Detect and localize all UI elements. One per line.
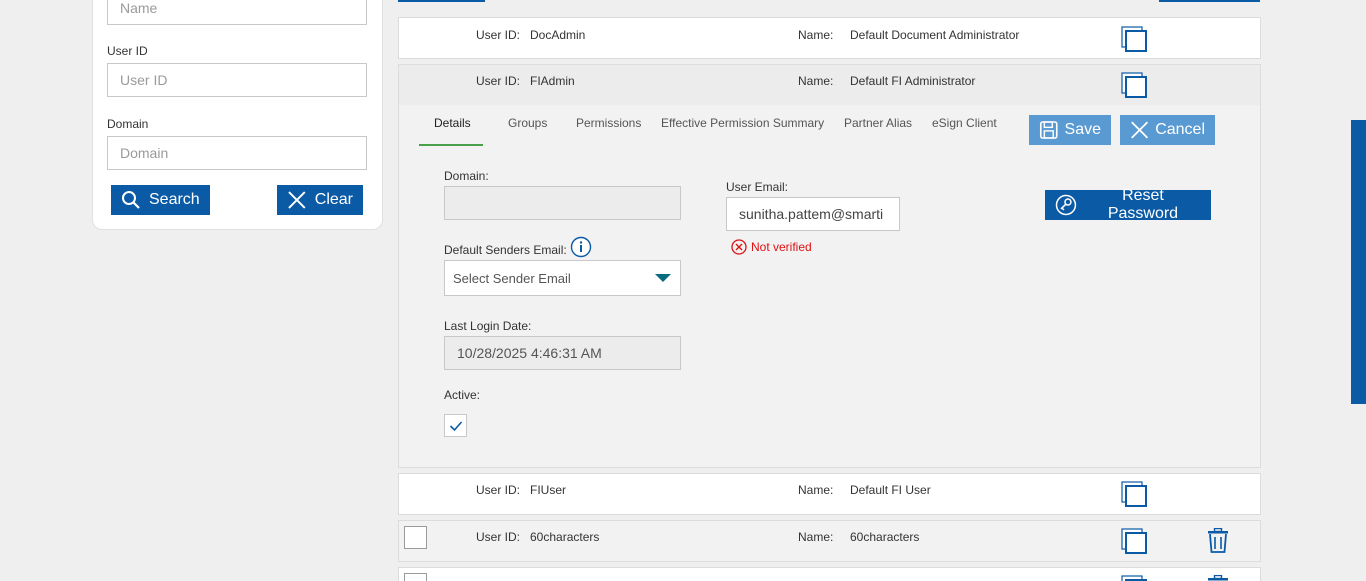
active-tab-indicator <box>419 144 483 146</box>
user-id-label: User ID: <box>476 530 521 544</box>
cancel-button-label: Cancel <box>1155 121 1205 138</box>
user-detail-panel: User ID: FIAdmin Name: Default FI Admini… <box>398 64 1261 468</box>
user-email-value: sunitha.pattem@smarti <box>739 206 884 222</box>
not-verified-status: Not verified <box>731 239 812 255</box>
copy-icon[interactable] <box>1121 528 1147 554</box>
search-button[interactable]: Search <box>111 185 210 215</box>
domain-label: Domain <box>107 117 149 131</box>
trash-icon[interactable] <box>1207 528 1229 554</box>
key-icon <box>1055 194 1077 216</box>
checkmark-icon <box>449 420 462 431</box>
user-id-input[interactable] <box>107 63 367 97</box>
user-row[interactable] <box>398 567 1261 581</box>
user-id-value: FIUser <box>530 483 566 497</box>
floppy-disk-icon <box>1039 121 1058 139</box>
domain-field <box>444 186 681 220</box>
user-id-label: User ID: <box>476 28 521 42</box>
tab-permissions[interactable]: Permissions <box>576 116 641 130</box>
tab-esign-client[interactable]: eSign Client <box>932 116 997 130</box>
name-value: Default FI User <box>850 483 931 497</box>
user-id-value: 60characters <box>530 530 600 544</box>
name-value: Default Document Administrator <box>850 28 1020 42</box>
save-button-label: Save <box>1064 121 1101 138</box>
user-row[interactable]: User ID: FIUser Name: Default FI User <box>398 473 1261 515</box>
user-id-label: User ID: <box>476 483 521 497</box>
active-label: Active: <box>444 388 481 402</box>
not-verified-text: Not verified <box>751 240 812 254</box>
last-login-field: 10/28/2025 4:46:31 AM <box>444 336 681 370</box>
tab-effective-permission-summary[interactable]: Effective Permission Summary <box>661 116 824 130</box>
copy-icon[interactable] <box>1121 72 1147 98</box>
name-label: Name: <box>798 530 834 544</box>
search-panel: User ID Domain Search Clear <box>92 0 383 230</box>
domain-field-label: Domain: <box>444 169 489 183</box>
name-label: Name: <box>798 74 834 88</box>
name-value: 60characters <box>850 530 920 544</box>
copy-icon[interactable] <box>1121 575 1147 581</box>
clear-button-label: Clear <box>314 191 353 208</box>
name-input[interactable] <box>107 0 367 25</box>
row-select-checkbox[interactable] <box>404 573 427 581</box>
name-label: Name: <box>798 483 834 497</box>
user-row[interactable]: User ID: 60characters Name: 60characters <box>398 520 1261 562</box>
close-icon <box>1131 121 1149 139</box>
user-row-expanded[interactable]: User ID: FIAdmin Name: Default FI Admini… <box>399 65 1260 105</box>
user-id-value: DocAdmin <box>530 28 586 42</box>
vertical-scrollbar[interactable] <box>1351 120 1366 404</box>
save-button[interactable]: Save <box>1029 115 1111 145</box>
tab-details[interactable]: Details <box>434 116 471 130</box>
last-login-value: 10/28/2025 4:46:31 AM <box>457 345 602 361</box>
chevron-down-icon <box>655 274 671 282</box>
sender-email-select[interactable]: Select Sender Email <box>444 260 681 296</box>
active-checkbox[interactable] <box>444 414 467 437</box>
last-login-label: Last Login Date: <box>444 319 532 333</box>
clear-button[interactable]: Clear <box>277 185 363 215</box>
close-icon <box>288 191 306 209</box>
search-button-label: Search <box>149 191 200 208</box>
reset-password-label: Reset Password <box>1107 187 1179 222</box>
search-icon <box>122 191 140 209</box>
copy-icon[interactable] <box>1121 26 1147 52</box>
top-tab-indicator-left <box>398 0 485 2</box>
user-id-value: FIAdmin <box>530 74 575 88</box>
user-email-label: User Email: <box>726 180 789 194</box>
trash-icon[interactable] <box>1207 575 1229 581</box>
default-senders-email-label: Default Senders Email: <box>444 243 567 257</box>
sender-email-select-value: Select Sender Email <box>453 270 571 286</box>
row-select-checkbox[interactable] <box>404 526 427 549</box>
name-value: Default FI Administrator <box>850 74 976 88</box>
user-email-input[interactable]: sunitha.pattem@smarti <box>726 197 900 231</box>
user-id-label: User ID: <box>476 74 521 88</box>
domain-input[interactable] <box>107 136 367 170</box>
info-icon[interactable] <box>570 236 592 258</box>
reset-password-button[interactable]: Reset Password <box>1045 187 1211 222</box>
name-label: Name: <box>798 28 834 42</box>
cancel-button[interactable]: Cancel <box>1120 115 1215 145</box>
top-tab-indicator-right <box>1159 0 1260 2</box>
tab-groups[interactable]: Groups <box>508 116 547 130</box>
user-row[interactable]: User ID: DocAdmin Name: Default Document… <box>398 17 1261 59</box>
user-id-label: User ID <box>107 44 148 58</box>
tab-partner-alias[interactable]: Partner Alias <box>844 116 912 130</box>
copy-icon[interactable] <box>1121 481 1147 507</box>
error-x-circle-icon <box>731 239 747 255</box>
